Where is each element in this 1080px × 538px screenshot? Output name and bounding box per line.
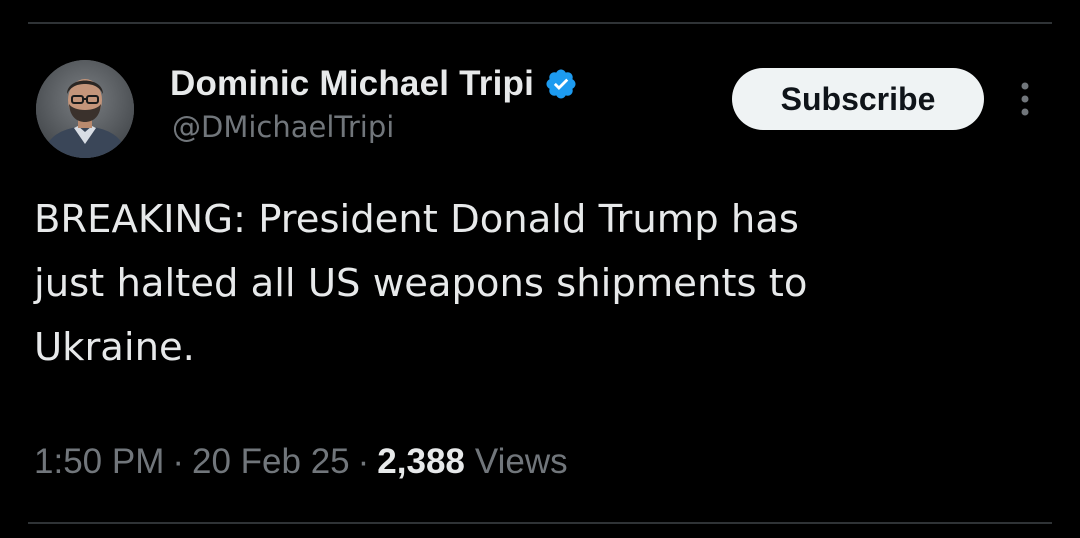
tweet-time[interactable]: 1:50 PM (34, 442, 164, 482)
bottom-divider (28, 522, 1052, 524)
user-handle[interactable]: @DMichaelTripi (172, 110, 394, 144)
tweet-date[interactable]: 20 Feb 25 (192, 442, 350, 482)
tweet-text: BREAKING: President Donald Trump has jus… (34, 197, 808, 370)
display-name[interactable]: Dominic Michael Tripi (170, 64, 534, 104)
tweet-meta: 1:50 PM · 20 Feb 25 · 2,388 Views (34, 442, 568, 482)
meta-separator: · (357, 442, 370, 481)
views-label: Views (474, 442, 568, 481)
more-vertical-icon[interactable] (1012, 78, 1038, 120)
views-count: 2,388 (377, 442, 465, 481)
subscribe-button[interactable]: Subscribe (732, 68, 984, 130)
tweet-detail: Dominic Michael Tripi @DMichaelTripi Sub… (0, 0, 1080, 538)
avatar-photo-icon (36, 60, 134, 158)
top-divider (28, 22, 1052, 24)
avatar[interactable] (36, 60, 134, 158)
verified-badge-icon[interactable] (544, 67, 578, 101)
meta-separator: · (172, 442, 185, 481)
name-row: Dominic Michael Tripi (170, 60, 578, 108)
